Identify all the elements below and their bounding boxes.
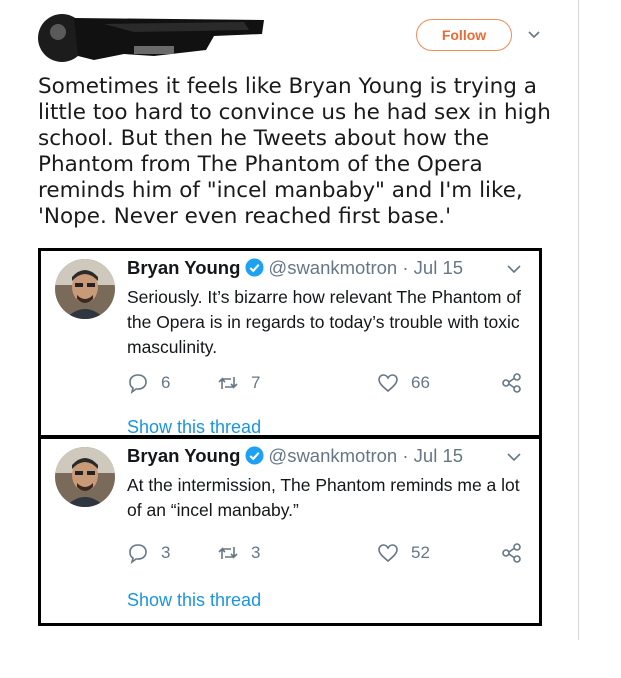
reply-button[interactable]: 6 bbox=[127, 372, 170, 394]
chevron-down-icon[interactable] bbox=[507, 452, 521, 462]
tweet-date[interactable]: · Jul 15 bbox=[402, 257, 463, 278]
heart-icon bbox=[378, 544, 398, 563]
tweet-header: Bryan Young @swankmotron · Jul 15 bbox=[127, 257, 463, 279]
post-text: Sometimes it feels like Bryan Young is t… bbox=[38, 74, 551, 229]
share-icon bbox=[502, 373, 521, 393]
tweet-actions: 6 7 66 bbox=[127, 372, 527, 396]
retweet-icon bbox=[218, 377, 238, 389]
chevron-down-icon[interactable] bbox=[528, 30, 540, 40]
show-thread-link[interactable]: Show this thread bbox=[127, 416, 261, 438]
follow-button[interactable]: Follow bbox=[416, 19, 512, 51]
author-handle[interactable]: @swankmotron bbox=[268, 445, 397, 466]
reply-button[interactable]: 3 bbox=[127, 542, 170, 564]
tweet-date[interactable]: · Jul 15 bbox=[402, 445, 463, 466]
like-count: 66 bbox=[411, 373, 430, 392]
tweet-text: Seriously. It’s bizarre how relevant The… bbox=[127, 287, 521, 357]
verified-badge-icon bbox=[245, 446, 264, 465]
tweet-header: Bryan Young @swankmotron · Jul 15 bbox=[127, 445, 463, 467]
chevron-down-icon[interactable] bbox=[507, 264, 521, 274]
share-icon bbox=[502, 543, 521, 563]
embedded-tweet[interactable]: Bryan Young @swankmotron · Jul 15 At the … bbox=[38, 436, 542, 626]
share-button[interactable] bbox=[501, 542, 523, 564]
share-button[interactable] bbox=[501, 372, 523, 394]
avatar[interactable] bbox=[55, 447, 115, 507]
like-count: 52 bbox=[411, 543, 430, 562]
avatar[interactable] bbox=[55, 259, 115, 319]
author-name[interactable]: Bryan Young bbox=[127, 445, 240, 466]
retweet-button[interactable]: 7 bbox=[217, 372, 260, 394]
author-handle[interactable]: @swankmotron bbox=[268, 257, 397, 278]
tweet-actions: 3 3 52 bbox=[127, 542, 527, 566]
reply-count: 3 bbox=[161, 543, 171, 562]
divider-line bbox=[578, 0, 579, 640]
heart-icon bbox=[378, 374, 398, 393]
like-button[interactable]: 66 bbox=[377, 372, 430, 394]
like-button[interactable]: 52 bbox=[377, 542, 430, 564]
reply-icon bbox=[129, 374, 147, 394]
retweet-count: 7 bbox=[251, 373, 261, 392]
show-thread-link[interactable]: Show this thread bbox=[127, 589, 261, 611]
tweet-text: At the intermission, The Phantom reminds… bbox=[127, 475, 520, 520]
embedded-tweet[interactable]: Bryan Young @swankmotron · Jul 15 Serious… bbox=[38, 248, 542, 438]
retweet-count: 3 bbox=[251, 543, 261, 562]
reply-count: 6 bbox=[161, 373, 171, 392]
redacted-profile bbox=[38, 14, 264, 62]
author-name[interactable]: Bryan Young bbox=[127, 257, 240, 278]
retweet-button[interactable]: 3 bbox=[217, 542, 260, 564]
verified-badge-icon bbox=[245, 258, 264, 277]
reply-icon bbox=[129, 544, 147, 564]
retweet-icon bbox=[218, 547, 238, 559]
